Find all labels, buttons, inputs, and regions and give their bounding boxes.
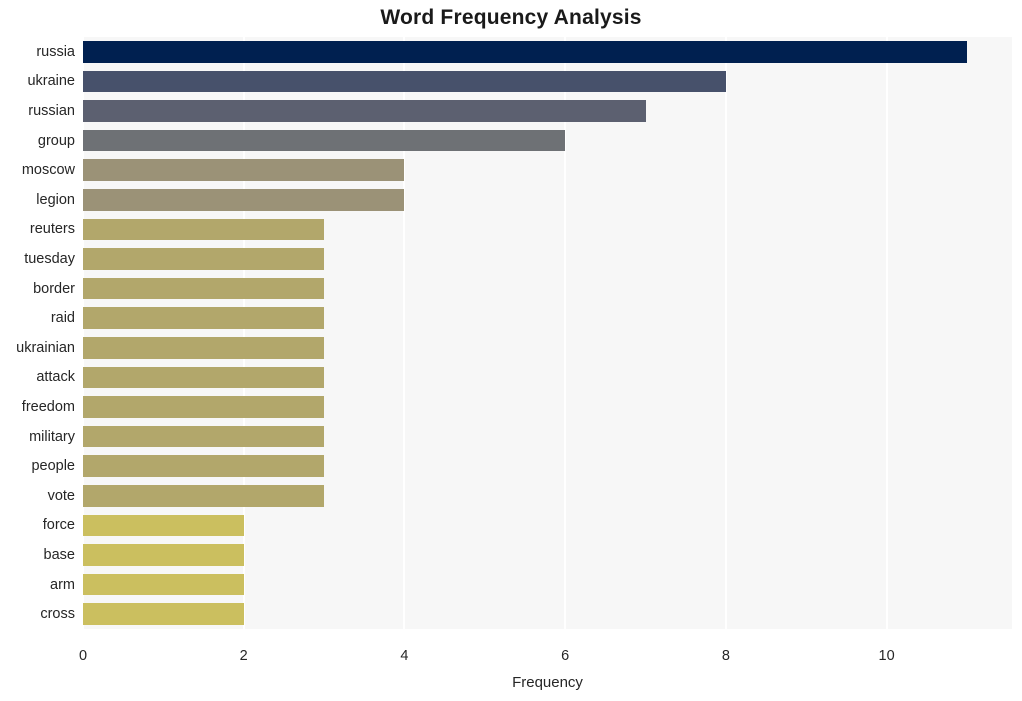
y-tick-label-attack: attack bbox=[36, 369, 75, 386]
y-tick-label-people: people bbox=[31, 458, 75, 475]
bar-vote[interactable] bbox=[83, 485, 325, 507]
bar-russian[interactable] bbox=[83, 100, 646, 122]
chart-figure: Word Frequency Analysis russia ukraine rus… bbox=[0, 0, 1022, 701]
y-tick-label-russia: russia bbox=[36, 43, 75, 60]
bar-moscow[interactable] bbox=[83, 159, 405, 181]
bar-series bbox=[83, 37, 1012, 629]
bar-row[interactable] bbox=[83, 422, 1012, 452]
bar-force[interactable] bbox=[83, 514, 244, 537]
y-tick-label-force: force bbox=[42, 517, 75, 534]
bar-row[interactable] bbox=[83, 303, 1012, 333]
bar-row[interactable] bbox=[83, 333, 1012, 363]
y-tick-label-freedom: freedom bbox=[21, 399, 75, 415]
bar-freedom[interactable] bbox=[83, 396, 325, 418]
bar-group[interactable] bbox=[83, 129, 566, 152]
bar-row[interactable] bbox=[83, 274, 1012, 304]
bar-raid[interactable] bbox=[83, 307, 325, 329]
bar-row[interactable] bbox=[83, 96, 1012, 126]
bar-row[interactable] bbox=[83, 599, 1012, 629]
bar-attack[interactable] bbox=[83, 366, 325, 389]
x-axis-title: Frequency bbox=[512, 674, 583, 691]
y-tick-label-border: border bbox=[33, 280, 75, 297]
bar-row[interactable] bbox=[83, 126, 1012, 156]
bar-row[interactable] bbox=[83, 67, 1012, 97]
bar-ukrainian[interactable] bbox=[83, 337, 325, 359]
bar-arm[interactable] bbox=[83, 573, 244, 596]
y-tick-label-base: base bbox=[43, 547, 75, 563]
bar-row[interactable] bbox=[83, 185, 1012, 215]
y-tick-label-arm: arm bbox=[50, 576, 75, 593]
bar-row[interactable] bbox=[83, 37, 1012, 67]
bar-people[interactable] bbox=[83, 455, 325, 477]
y-tick-label-ukraine: ukraine bbox=[27, 73, 75, 90]
page-title: Word Frequency Analysis bbox=[380, 6, 642, 29]
x-tick-label-10: 10 bbox=[878, 648, 895, 664]
bar-legion[interactable] bbox=[83, 189, 405, 211]
bar-russia[interactable] bbox=[83, 41, 967, 63]
bar-row[interactable] bbox=[83, 481, 1012, 511]
y-tick-label-tuesday: tuesday bbox=[24, 251, 75, 267]
y-axis-tick-labels: russia ukraine russian group moscow legion reu… bbox=[0, 37, 75, 629]
plot-area bbox=[82, 37, 1012, 629]
bar-cross[interactable] bbox=[83, 603, 244, 625]
bar-tuesday[interactable] bbox=[83, 248, 325, 270]
y-tick-label-military: military bbox=[29, 428, 75, 445]
x-tick-label-6: 6 bbox=[561, 648, 570, 664]
y-tick-label-russian: russian bbox=[28, 103, 75, 119]
bar-row[interactable] bbox=[83, 155, 1012, 185]
y-tick-label-ukrainian: ukrainian bbox=[16, 339, 75, 356]
x-tick-label-8: 8 bbox=[721, 648, 730, 664]
bar-row[interactable] bbox=[83, 540, 1012, 570]
bar-ukraine[interactable] bbox=[83, 70, 726, 93]
x-tick-label-2: 2 bbox=[239, 648, 248, 664]
x-tick-label-4: 4 bbox=[400, 648, 409, 664]
y-tick-label-reuters: reuters bbox=[29, 221, 75, 238]
bar-border[interactable] bbox=[83, 277, 325, 300]
bar-base[interactable] bbox=[83, 544, 244, 566]
x-tick-label-0: 0 bbox=[78, 648, 88, 664]
bar-row[interactable] bbox=[83, 363, 1012, 393]
x-axis-tick-labels: 0 2 4 6 8 10 bbox=[0, 648, 1022, 670]
bar-reuters[interactable] bbox=[83, 218, 325, 241]
y-tick-label-group: group bbox=[37, 132, 75, 149]
bar-military[interactable] bbox=[83, 425, 325, 448]
bar-row[interactable] bbox=[83, 570, 1012, 600]
bar-row[interactable] bbox=[83, 451, 1012, 481]
y-tick-label-moscow: moscow bbox=[21, 162, 75, 179]
bar-row[interactable] bbox=[83, 244, 1012, 274]
bar-row[interactable] bbox=[83, 215, 1012, 245]
y-tick-label-vote: vote bbox=[47, 487, 75, 504]
bar-row[interactable] bbox=[83, 392, 1012, 422]
y-tick-label-legion: legion bbox=[36, 191, 75, 208]
y-tick-label-raid: raid bbox=[50, 310, 75, 327]
y-tick-label-cross: cross bbox=[40, 606, 75, 623]
bar-row[interactable] bbox=[83, 511, 1012, 541]
